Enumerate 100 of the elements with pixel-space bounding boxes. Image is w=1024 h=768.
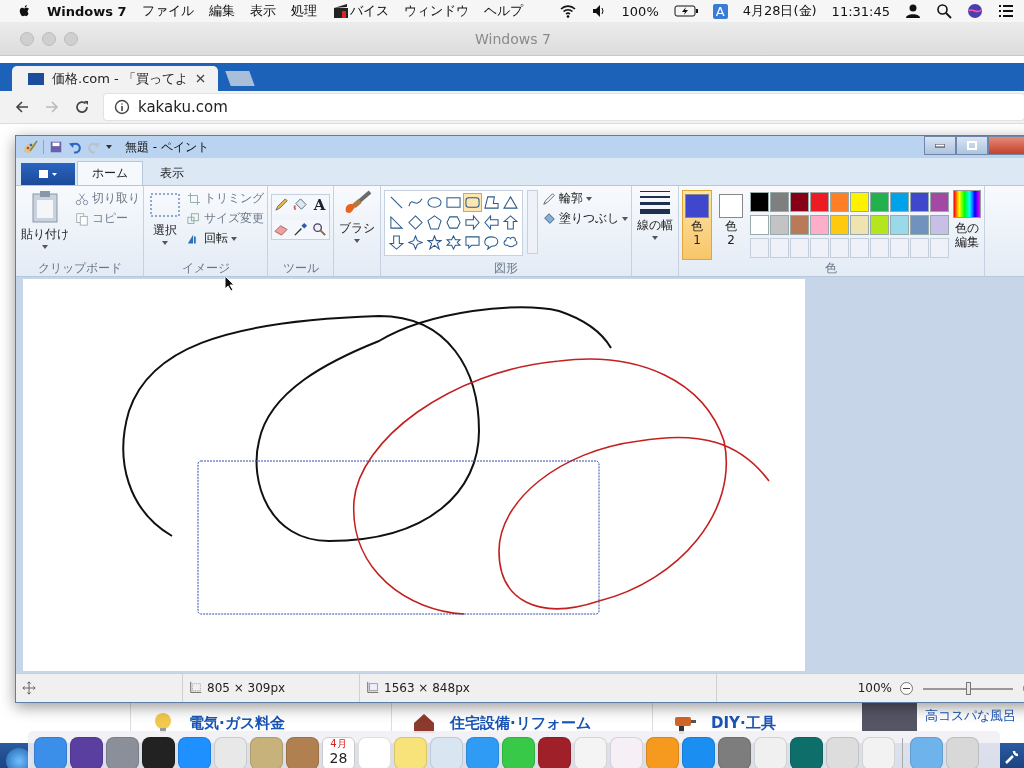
empty-color-slot[interactable] xyxy=(810,238,829,258)
outline-button[interactable]: 輪郭 xyxy=(542,190,628,207)
selection-rectangle[interactable] xyxy=(197,460,600,615)
file-menu-button[interactable] xyxy=(21,163,75,185)
color-select-button[interactable]: 色 2 xyxy=(716,190,746,260)
palette-color[interactable] xyxy=(890,192,909,212)
window-zoom-button[interactable] xyxy=(64,31,78,46)
palette-color[interactable] xyxy=(790,192,809,212)
palette-color[interactable] xyxy=(830,215,849,235)
palette-color[interactable] xyxy=(850,192,869,212)
slider-thumb[interactable] xyxy=(966,681,971,695)
empty-color-slot[interactable] xyxy=(930,238,949,258)
new-tab-button[interactable] xyxy=(225,71,255,86)
ad-link[interactable]: 高コスパな風呂 xyxy=(925,707,1016,725)
empty-color-slot[interactable] xyxy=(790,238,809,258)
palette-color[interactable] xyxy=(890,215,909,235)
empty-color-slot[interactable] xyxy=(830,238,849,258)
empty-color-slot[interactable] xyxy=(890,238,909,258)
menu-item[interactable]: 表示 xyxy=(249,2,276,20)
edit-colors-button[interactable]: 色の編集 xyxy=(953,190,981,260)
empty-color-slot[interactable] xyxy=(770,238,789,258)
address-bar[interactable]: kakaku.com xyxy=(104,94,1024,120)
shape-tool-icon[interactable] xyxy=(406,233,425,252)
palette-color[interactable] xyxy=(910,215,929,235)
shape-tool-icon[interactable] xyxy=(425,233,444,252)
empty-color-slot[interactable] xyxy=(850,238,869,258)
caret-icon[interactable] xyxy=(106,145,112,149)
shape-tool-icon[interactable] xyxy=(482,233,501,252)
window-close-button[interactable] xyxy=(20,31,34,46)
empty-color-slot[interactable] xyxy=(750,238,769,258)
size-button[interactable]: 線の幅 xyxy=(635,190,675,260)
palette-color[interactable] xyxy=(750,192,769,212)
url-text: kakaku.com xyxy=(138,98,228,116)
category-link[interactable]: DIY·工具 xyxy=(711,713,776,733)
palette-color[interactable] xyxy=(850,215,869,235)
user-icon xyxy=(905,3,921,19)
menu-item[interactable]: ウィンドウ xyxy=(403,2,469,20)
close-icon[interactable] xyxy=(195,74,205,83)
empty-color-slot[interactable] xyxy=(870,238,889,258)
palette-color[interactable] xyxy=(830,192,849,212)
caret-icon xyxy=(586,196,592,201)
shape-tool-icon[interactable] xyxy=(463,193,482,212)
ribbon-tab[interactable]: ホーム xyxy=(77,161,143,185)
palette-color[interactable] xyxy=(870,215,889,235)
wrench-icon[interactable] xyxy=(1004,749,1020,765)
crop-button[interactable]: トリミング xyxy=(187,190,264,207)
palette-color[interactable] xyxy=(930,215,949,235)
caret-icon xyxy=(42,245,48,249)
shape-tool-icon[interactable] xyxy=(387,233,406,252)
fill-button[interactable]: 塗りつぶし xyxy=(542,210,628,227)
eraser-tool-icon[interactable] xyxy=(272,220,291,239)
shape-tool-icon[interactable] xyxy=(444,213,463,232)
zoom-out-button[interactable] xyxy=(900,681,913,695)
shape-tool-icon[interactable] xyxy=(501,213,520,232)
drawing-canvas[interactable] xyxy=(23,279,805,671)
window-minimize-button[interactable] xyxy=(42,31,56,46)
empty-color-slot[interactable] xyxy=(910,238,929,258)
palette-color[interactable] xyxy=(790,215,809,235)
palette-color[interactable] xyxy=(870,192,889,212)
palette-color[interactable] xyxy=(810,215,829,235)
maximize-button[interactable] xyxy=(956,136,988,155)
shape-tool-icon[interactable] xyxy=(463,213,482,232)
image-size-icon xyxy=(366,681,380,695)
paste-button[interactable]: 貼り付け xyxy=(19,190,71,260)
category-link[interactable]: 住宅設備·リフォーム xyxy=(450,713,591,733)
app-menu[interactable]: Windows 7 xyxy=(47,3,127,19)
shape-tool-icon[interactable] xyxy=(406,213,425,232)
color-select-button[interactable]: 色 1 xyxy=(682,190,712,260)
cut-button[interactable]: 切り取り xyxy=(75,190,140,207)
magnifier-tool-icon[interactable] xyxy=(310,220,329,239)
shape-tool-icon[interactable] xyxy=(463,233,482,252)
browser-tab[interactable]: 価格.com - 「買ってよ xyxy=(12,66,218,91)
input-source-indicator[interactable]: A xyxy=(712,3,728,19)
palette-color[interactable] xyxy=(810,192,829,212)
palette-color[interactable] xyxy=(770,215,789,235)
menu-item[interactable]: バイス xyxy=(349,2,389,20)
palette-color[interactable] xyxy=(910,192,929,212)
shape-tool-icon[interactable] xyxy=(387,213,406,232)
calendar-icon[interactable]: 4月 28 xyxy=(322,737,355,768)
shape-tool-icon[interactable] xyxy=(501,193,520,212)
rotate-button[interactable]: 回転 xyxy=(187,230,264,247)
shape-tool-icon[interactable] xyxy=(482,193,501,212)
resize-button[interactable]: サイズ変更 xyxy=(187,210,264,227)
copy-button[interactable]: コピー xyxy=(75,210,140,227)
shape-tool-icon[interactable] xyxy=(444,233,463,252)
menu-item[interactable]: 編集 xyxy=(208,2,235,20)
menu-item[interactable]: ファイル xyxy=(141,2,194,20)
palette-color[interactable] xyxy=(770,192,789,212)
shape-tool-icon[interactable] xyxy=(482,213,501,232)
menu-item[interactable]: 処理 xyxy=(290,2,317,20)
shape-tool-icon[interactable] xyxy=(425,213,444,232)
close-button[interactable] xyxy=(988,136,1024,155)
palette-color[interactable] xyxy=(930,192,949,212)
brushes-button[interactable]: ブラシ xyxy=(337,190,377,260)
menu-item[interactable]: ヘルプ xyxy=(483,2,523,20)
ribbon-tab[interactable]: 表示 xyxy=(145,161,199,185)
palette-color[interactable] xyxy=(750,215,769,235)
select-button[interactable]: 選択 xyxy=(147,190,183,260)
category-link[interactable]: 電気·ガス料金 xyxy=(189,713,285,733)
minimize-button[interactable] xyxy=(924,136,956,155)
